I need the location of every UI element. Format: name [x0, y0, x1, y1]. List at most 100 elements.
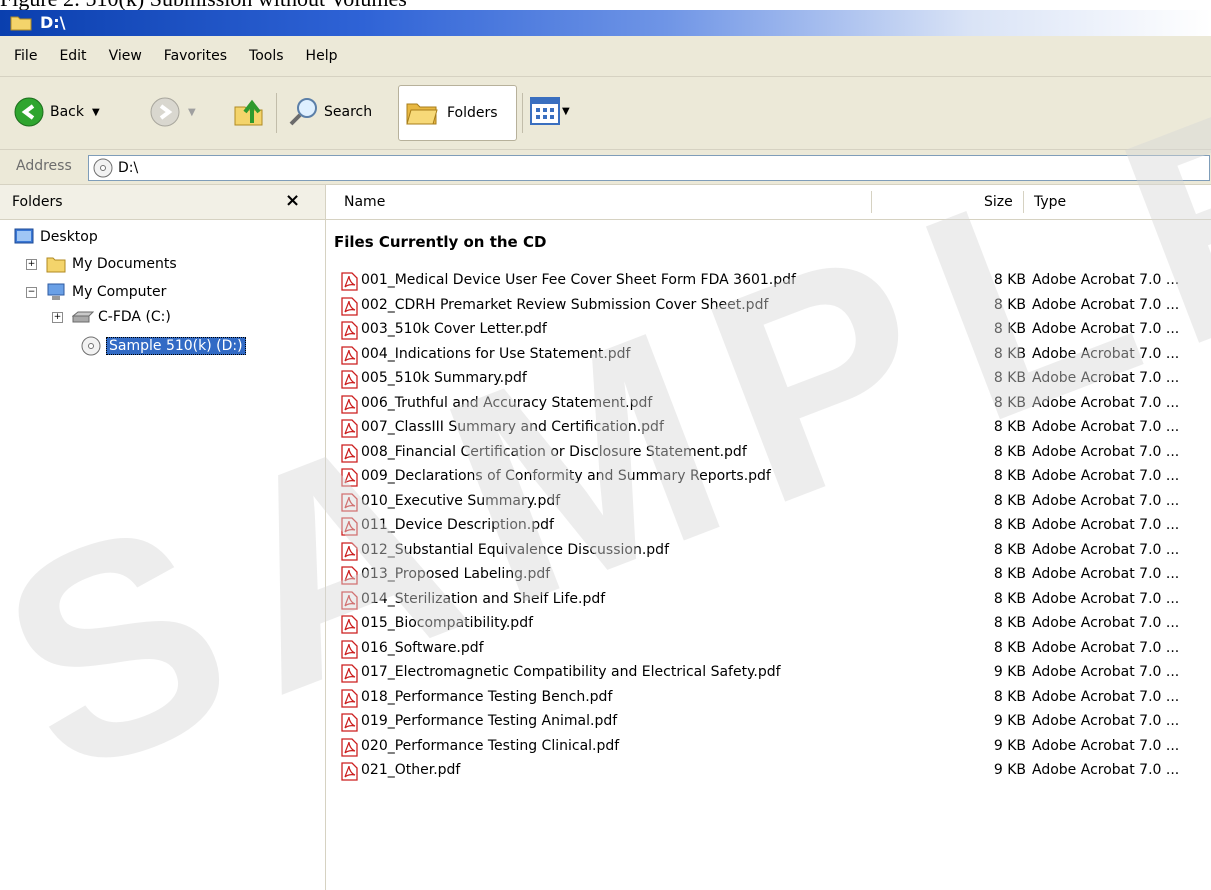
file-size: 8 KB [993, 590, 1026, 607]
file-row[interactable]: 005_510k Summary.pdf 8 KB Adobe Acrobat 7.… [326, 367, 1211, 391]
column-header-size[interactable]: Size [984, 194, 1013, 210]
column-header-name[interactable]: Name [344, 194, 385, 210]
file-row[interactable]: 003_510k Cover Letter.pdf 8 KB Adobe Acrob… [326, 318, 1211, 342]
file-name: 005_510k Summary.pdf [361, 370, 527, 386]
back-dropdown-icon[interactable]: ▼ [92, 107, 100, 118]
file-row[interactable]: 011_Device Description.pdf 8 KB Adobe Acro… [326, 514, 1211, 538]
search-button[interactable]: Search [288, 97, 372, 127]
file-type: Adobe Acrobat 7.0 ... [1032, 762, 1180, 778]
file-row[interactable]: 007_ClassIII Summary and Certification.p… [326, 416, 1211, 440]
file-row[interactable]: 010_Executive Summary.pdf 8 KB Adobe Acrob… [326, 490, 1211, 514]
file-size: 8 KB [993, 296, 1026, 313]
pdf-file-icon [341, 321, 358, 340]
up-folder-button[interactable] [232, 95, 266, 129]
window-title-bar[interactable]: D:\ [0, 10, 1211, 36]
file-size: 9 KB [993, 713, 1026, 729]
menu-favorites[interactable]: Favorites [153, 48, 238, 64]
file-row[interactable]: 018_Performance Testing Bench.pdf 8 KB Ado… [326, 686, 1211, 710]
file-row[interactable]: 013_Proposed Labeling.pdf 8 KB Adobe Acrob… [326, 563, 1211, 587]
file-size: 8 KB [993, 321, 1026, 337]
file-type: Adobe Acrobat 7.0 ... [1032, 688, 1180, 705]
views-button[interactable]: ▼ [530, 97, 570, 125]
file-row[interactable]: 006_Truthful and Accuracy Statement.pdf 8… [326, 392, 1211, 416]
file-row[interactable]: 019_Performance Testing Animal.pdf 9 KB Ad… [326, 710, 1211, 734]
search-icon [289, 98, 317, 126]
file-name: 010_Executive Summary.pdf [361, 492, 561, 509]
file-size: 8 KB [993, 492, 1026, 509]
file-row[interactable]: 012_Substantial Equivalence Discussion.p… [326, 539, 1211, 563]
pdf-file-icon [341, 713, 358, 732]
back-button[interactable]: Back ▼ [14, 97, 100, 127]
folders-button[interactable]: Folders [398, 85, 517, 141]
file-type: Adobe Acrobat 7.0 ... [1032, 272, 1180, 288]
menu-tools[interactable]: Tools [238, 48, 295, 64]
menu-help[interactable]: Help [295, 48, 349, 64]
file-row[interactable]: 016_Software.pdf 8 KB Adobe Acrobat 7.0 ..… [326, 637, 1211, 661]
file-type: Adobe Acrobat 7.0 ... [1032, 296, 1180, 313]
column-header-type[interactable]: Type [1034, 194, 1066, 210]
file-size: 8 KB [993, 468, 1026, 484]
file-row[interactable]: 017_Electromagnetic Compatibility and El… [326, 661, 1211, 685]
file-row[interactable]: 009_Declarations of Conformity and Summa… [326, 465, 1211, 489]
expand-icon[interactable]: + [26, 258, 37, 270]
collapse-icon[interactable]: − [26, 286, 37, 298]
tree-item-d-drive[interactable]: Sample 510(k) (D:) [80, 335, 246, 357]
address-bar: Address D:\ [0, 150, 1211, 185]
file-row[interactable]: 004_Indications for Use Statement.pdf 8 K… [326, 343, 1211, 367]
pdf-file-icon [341, 394, 358, 414]
file-row[interactable]: 020_Performance Testing Clinical.pdf 9 KB… [326, 735, 1211, 759]
file-list: Name Size Type Files Currently on the CD… [326, 185, 1211, 890]
search-label: Search [324, 104, 373, 120]
file-size: 8 KB [993, 615, 1026, 631]
views-dropdown-icon[interactable]: ▼ [562, 106, 570, 117]
file-size: 8 KB [993, 566, 1026, 582]
close-icon[interactable]: × [285, 190, 300, 211]
file-row[interactable]: 014_Sterilization and Shelf Life.pdf 8 KB… [326, 588, 1211, 612]
expand-icon[interactable]: + [52, 311, 63, 323]
forward-button[interactable]: ▼ [150, 97, 196, 127]
tree-label-desktop: Desktop [40, 229, 98, 245]
tree-item-my-documents[interactable]: + My Documents [26, 255, 177, 273]
pdf-file-icon [341, 296, 358, 316]
file-type: Adobe Acrobat 7.0 ... [1032, 394, 1180, 411]
pdf-file-icon [341, 419, 358, 438]
column-headers: Name Size Type [326, 185, 1211, 220]
file-type: Adobe Acrobat 7.0 ... [1032, 639, 1180, 656]
tree-item-c-drive[interactable]: + C-FDA (C:) [52, 309, 171, 325]
column-divider[interactable] [1023, 191, 1024, 213]
toolbar-separator [522, 93, 523, 133]
file-size: 9 KB [993, 762, 1026, 778]
file-size: 8 KB [993, 541, 1026, 558]
file-name: 013_Proposed Labeling.pdf [361, 566, 551, 582]
file-type: Adobe Acrobat 7.0 ... [1032, 492, 1180, 509]
pdf-file-icon [341, 762, 358, 781]
menu-view[interactable]: View [98, 48, 153, 64]
file-name: 017_Electromagnetic Compatibility and El… [361, 664, 781, 680]
tree-item-my-computer[interactable]: − My Computer [26, 282, 166, 302]
menu-edit[interactable]: Edit [48, 48, 97, 64]
file-name: 004_Indications for Use Statement.pdf [361, 345, 631, 362]
file-size: 8 KB [993, 443, 1026, 460]
file-size: 8 KB [993, 517, 1026, 533]
file-type: Adobe Acrobat 7.0 ... [1032, 443, 1180, 460]
file-name: 019_Performance Testing Animal.pdf [361, 713, 618, 729]
file-row[interactable]: 008_Financial Certification or Disclosur… [326, 441, 1211, 465]
tree-item-desktop[interactable]: Desktop [14, 227, 98, 247]
file-type: Adobe Acrobat 7.0 ... [1032, 345, 1180, 362]
cd-drive-icon [81, 336, 101, 356]
file-name: 009_Declarations of Conformity and Summa… [361, 468, 771, 484]
forward-dropdown-icon[interactable]: ▼ [188, 107, 196, 118]
address-field[interactable]: D:\ [88, 155, 1210, 181]
file-row[interactable]: 002_CDRH Premarket Review Submission Cov… [326, 294, 1211, 318]
file-row[interactable]: 021_Other.pdf 9 KB Adobe Acrobat 7.0 ... [326, 759, 1211, 783]
folder-icon [46, 257, 66, 273]
file-row[interactable]: 001_Medical Device User Fee Cover Sheet … [326, 269, 1211, 293]
computer-icon [47, 283, 65, 300]
cd-drive-icon [93, 158, 113, 178]
toolbar-separator [276, 93, 277, 133]
column-divider[interactable] [871, 191, 872, 213]
file-row[interactable]: 015_Biocompatibility.pdf 8 KB Adobe Acroba… [326, 612, 1211, 636]
menu-file[interactable]: File [0, 48, 48, 64]
group-header: Files Currently on the CD [334, 233, 547, 251]
desktop-icon [14, 228, 34, 244]
